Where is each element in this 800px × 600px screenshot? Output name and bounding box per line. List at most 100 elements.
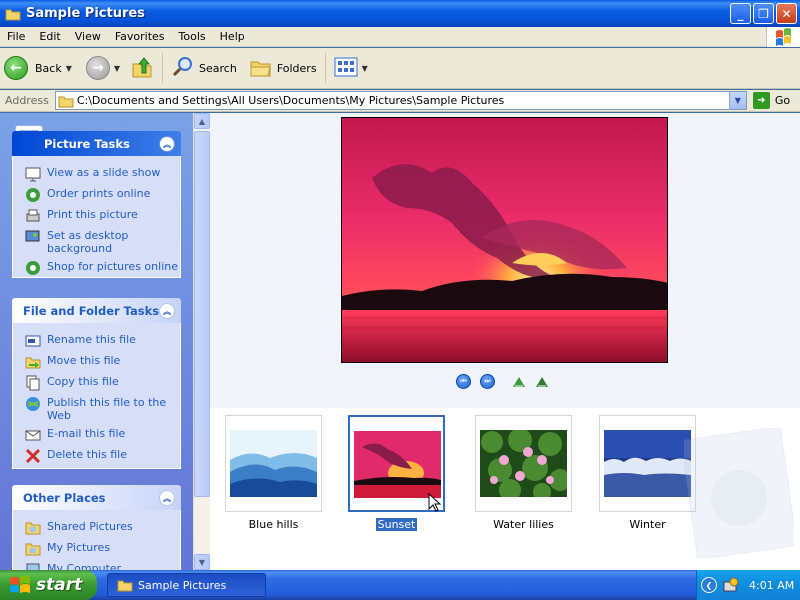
task-view-slideshow[interactable]: View as a slide show	[25, 166, 180, 182]
folder-icon	[117, 578, 133, 592]
forward-dropdown-icon[interactable]: ▼	[114, 64, 120, 73]
tray-app-icon[interactable]	[722, 577, 740, 593]
thumbnail-blue-hills[interactable]: Blue hills	[225, 415, 322, 534]
other-places-header[interactable]: Other Places ︽	[12, 485, 181, 510]
preview-area: ⏮ ⏭	[210, 113, 800, 408]
minimize-button[interactable]: _	[730, 3, 751, 24]
menu-tools[interactable]: Tools	[172, 30, 213, 43]
views-icon	[334, 56, 358, 81]
close-icon: ✕	[781, 6, 792, 21]
task-email-file[interactable]: E-mail this file	[25, 427, 180, 443]
task-set-desktop-background[interactable]: Set as desktop background	[25, 229, 180, 255]
back-arrow-icon: ←	[4, 56, 28, 80]
system-tray: ❮ 4:01 AM	[696, 570, 800, 600]
pictures-watermark-icon	[680, 426, 798, 560]
address-path: C:\Documents and Settings\All Users\Docu…	[76, 94, 505, 107]
back-dropdown-icon[interactable]: ▼	[66, 64, 72, 73]
scroll-up-arrow-icon[interactable]: ▲	[194, 113, 210, 129]
up-folder-icon	[130, 55, 154, 82]
clock[interactable]: 4:01 AM	[749, 579, 794, 592]
task-label: Publish this file to the Web	[47, 396, 167, 422]
search-label: Search	[199, 61, 237, 75]
forward-button[interactable]: → ▼	[82, 52, 124, 84]
filmstrip-view: ⏮ ⏭ Blue hills Sunset Water lilies Winte…	[210, 113, 800, 570]
task-shop-pictures[interactable]: Shop for pictures online	[25, 260, 180, 276]
scrollbar-thumb[interactable]	[194, 131, 210, 497]
task-copy-file[interactable]: Copy this file	[25, 375, 180, 391]
taskbar-window-label: Sample Pictures	[138, 578, 227, 592]
search-button[interactable]: Search	[167, 52, 241, 84]
folders-icon	[249, 55, 273, 82]
collapse-chevron-icon[interactable]: ︽	[159, 136, 175, 152]
task-move-file[interactable]: Move this file	[25, 354, 180, 370]
thumbnail-label: Sunset	[375, 518, 418, 531]
task-pane-scrollbar[interactable]: ▲ ▼	[193, 113, 210, 570]
show-hidden-icons-icon[interactable]: ❮	[701, 577, 717, 593]
previous-image-icon[interactable]: ⏮	[456, 374, 471, 389]
go-arrow-icon: ➜	[752, 92, 770, 109]
search-icon	[171, 55, 195, 82]
menu-bar: File Edit View Favorites Tools Help	[0, 27, 800, 47]
thumbnail-sunset[interactable]: Sunset	[348, 415, 445, 534]
toolbar-separator	[162, 53, 164, 83]
title-bar[interactable]: Sample Pictures _ ❐ ✕	[0, 0, 800, 27]
task-publish-file[interactable]: Publish this file to the Web	[25, 396, 180, 422]
thumbnail-water-lilies[interactable]: Water lilies	[475, 415, 572, 534]
rotate-counterclockwise-icon[interactable]	[534, 375, 550, 388]
address-dropdown-icon[interactable]: ▼	[728, 92, 746, 109]
thumbnail-frame	[475, 415, 572, 512]
place-shared-pictures[interactable]: Shared Pictures	[25, 520, 180, 536]
shop-icon	[25, 260, 41, 276]
picture-tasks-title: Picture Tasks	[44, 136, 130, 151]
task-label: Order prints online	[47, 187, 151, 200]
up-button[interactable]	[126, 52, 158, 84]
go-button[interactable]: ➜ Go	[752, 92, 790, 109]
maximize-button[interactable]: ❐	[753, 3, 774, 24]
start-button[interactable]: start	[0, 570, 97, 600]
web-order-icon	[25, 187, 41, 203]
file-folder-tasks-header[interactable]: File and Folder Tasks ︽	[12, 298, 181, 323]
copy-icon	[25, 375, 41, 391]
folders-label: Folders	[276, 61, 317, 75]
preview-image-sunset[interactable]	[341, 117, 668, 363]
move-icon	[25, 354, 41, 370]
menu-edit[interactable]: Edit	[32, 30, 67, 43]
task-pane: Picture Tasks ︽ View as a slide show Ord…	[0, 113, 193, 570]
picture-tasks-header[interactable]: Picture Tasks ︽	[12, 131, 181, 156]
place-my-pictures[interactable]: My Pictures	[25, 541, 180, 557]
collapse-chevron-icon[interactable]: ︽	[159, 303, 175, 319]
menu-help[interactable]: Help	[213, 30, 252, 43]
task-delete-file[interactable]: Delete this file	[25, 448, 180, 464]
mouse-cursor-icon	[428, 493, 442, 512]
taskbar-window-button[interactable]: Sample Pictures	[107, 573, 266, 597]
forward-arrow-icon: →	[85, 56, 110, 80]
menu-view[interactable]: View	[68, 30, 108, 43]
folders-button[interactable]: Folders	[245, 52, 321, 84]
thumbnail-label: Blue hills	[248, 518, 299, 531]
scroll-down-arrow-icon[interactable]: ▼	[194, 554, 210, 570]
address-input[interactable]: C:\Documents and Settings\All Users\Docu…	[54, 91, 747, 110]
task-print-picture[interactable]: Print this picture	[25, 208, 180, 224]
delete-icon	[25, 448, 41, 464]
menu-favorites[interactable]: Favorites	[108, 30, 172, 43]
picture-tasks-body: View as a slide show Order prints online…	[12, 156, 181, 278]
task-label: Shop for pictures online	[47, 260, 178, 273]
thumbnail-label: Water lilies	[493, 518, 554, 531]
collapse-chevron-icon[interactable]: ︽	[159, 490, 175, 506]
other-places-body: Shared Pictures My Pictures My Computer	[12, 510, 181, 570]
task-rename-file[interactable]: Rename this file	[25, 333, 180, 349]
folder-icon	[25, 520, 41, 536]
next-image-icon[interactable]: ⏭	[480, 374, 495, 389]
place-my-computer[interactable]: My Computer	[25, 562, 180, 570]
menu-file[interactable]: File	[0, 30, 32, 43]
views-button[interactable]: ▼	[330, 52, 372, 84]
email-icon	[25, 427, 41, 443]
address-label: Address	[5, 94, 49, 107]
printer-icon	[25, 208, 41, 224]
rotate-clockwise-icon[interactable]	[511, 375, 527, 388]
thumbnail-winter[interactable]: Winter	[599, 415, 696, 534]
water-lilies-image	[480, 430, 567, 497]
back-button[interactable]: ← Back ▼	[0, 52, 76, 84]
task-order-prints[interactable]: Order prints online	[25, 187, 180, 203]
close-button[interactable]: ✕	[776, 3, 797, 24]
